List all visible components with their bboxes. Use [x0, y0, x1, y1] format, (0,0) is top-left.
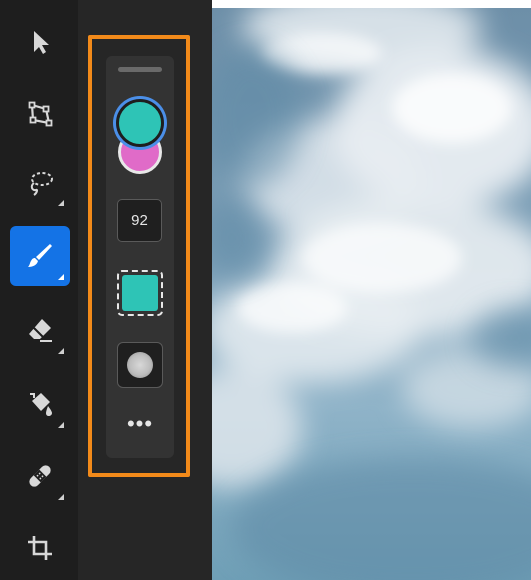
- lasso-tool-button[interactable]: [10, 152, 70, 212]
- bandage-icon: [24, 460, 56, 492]
- move-tool-button[interactable]: [10, 12, 70, 72]
- crop-icon: [24, 532, 56, 564]
- app-window: 92 •••: [0, 0, 531, 580]
- tool-bar: [0, 0, 78, 580]
- lasso-icon: [24, 166, 56, 198]
- submenu-indicator: [58, 494, 64, 500]
- fill-tool-button[interactable]: [10, 374, 70, 434]
- submenu-indicator: [58, 274, 64, 280]
- transform-tool-button[interactable]: [10, 84, 70, 144]
- paint-bucket-icon: [24, 388, 56, 420]
- crop-tool-button[interactable]: [10, 518, 70, 578]
- highlight-box: [88, 35, 190, 477]
- submenu-indicator: [58, 200, 64, 206]
- eraser-tool-button[interactable]: [10, 300, 70, 360]
- brush-tool-button[interactable]: [10, 226, 70, 286]
- submenu-indicator: [58, 348, 64, 354]
- healing-tool-button[interactable]: [10, 446, 70, 506]
- transform-icon: [24, 98, 56, 130]
- eraser-icon: [24, 314, 56, 346]
- cloud-photo: [212, 8, 531, 580]
- brush-icon: [24, 240, 56, 272]
- arrow-pointer-icon: [24, 26, 56, 58]
- image-canvas[interactable]: [212, 8, 531, 580]
- submenu-indicator: [58, 422, 64, 428]
